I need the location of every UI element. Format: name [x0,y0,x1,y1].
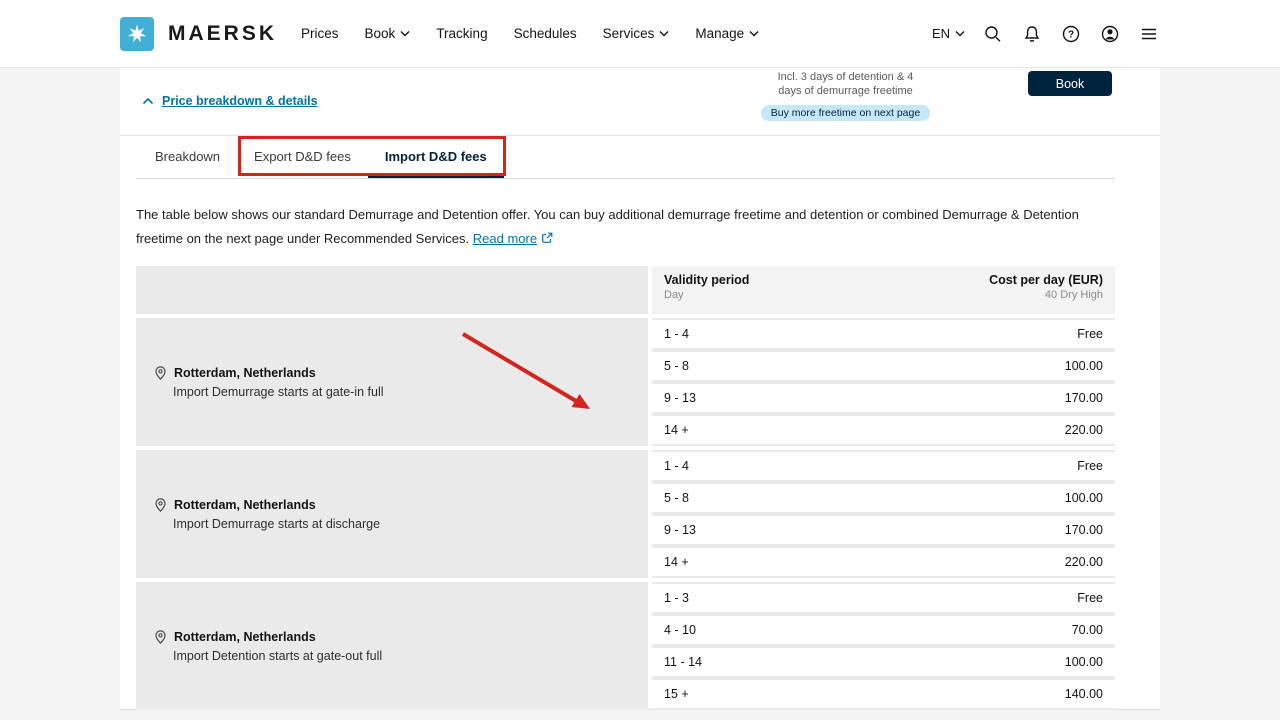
svg-text:?: ? [1068,29,1074,40]
table-row: 1 - 4Free [652,452,1115,480]
fee-rule-note: Import Demurrage starts at discharge [173,517,380,531]
fee-section-demurrage-gate-in: Rotterdam, Netherlands Import Demurrage … [136,318,1115,446]
tab-export-dd-fees[interactable]: Export D&D fees [237,136,368,178]
language-selector[interactable]: EN [932,26,965,41]
fee-rows: 1 - 3Free 4 - 1070.00 11 - 14100.00 15 +… [652,582,1115,710]
fee-rule-note: Import Demurrage starts at gate-in full [173,385,384,399]
top-navigation: MAERSK Prices Book Tracking Schedules Se… [0,0,1280,68]
nav-schedules[interactable]: Schedules [514,26,577,41]
chevron-down-icon [749,30,759,37]
fee-section-label: Rotterdam, Netherlands Import Detention … [136,582,648,710]
table-header-cells: Validity period Day Cost per day (EUR) 4… [652,266,1115,314]
nav-label: Tracking [436,26,487,41]
location-pin-icon [153,629,168,645]
price-breakdown-panel: Price breakdown & details Incl. 3 days o… [120,68,1160,710]
fee-rows: 1 - 4Free 5 - 8100.00 9 - 13170.00 14 +2… [652,318,1115,446]
freetime-summary: Incl. 3 days of detention & 4 days of de… [748,70,943,121]
nav-book[interactable]: Book [365,26,411,41]
maersk-booking-page: MAERSK Prices Book Tracking Schedules Se… [0,0,1280,720]
location-name: Rotterdam, Netherlands [174,630,316,644]
search-icon[interactable] [982,23,1004,45]
price-breakdown-label: Price breakdown & details [162,94,318,108]
table-row: 9 - 13170.00 [652,384,1115,412]
location-name: Rotterdam, Netherlands [174,498,316,512]
external-link-icon [541,232,553,244]
tab-breakdown[interactable]: Breakdown [138,136,237,178]
chevron-up-icon [142,97,154,105]
table-row: 1 - 4Free [652,320,1115,348]
table-row: 14 +220.00 [652,548,1115,576]
chevron-down-icon [659,30,669,37]
location-name: Rotterdam, Netherlands [174,366,316,380]
fee-section-label: Rotterdam, Netherlands Import Demurrage … [136,450,648,578]
table-row: 1 - 3Free [652,584,1115,612]
nav-prices[interactable]: Prices [301,26,339,41]
nav-label: Prices [301,26,339,41]
book-button[interactable]: Book [1028,71,1112,96]
dd-description-text: The table below shows our standard Demur… [136,207,1079,246]
table-header-row: Validity period Day Cost per day (EUR) 4… [136,266,1115,314]
tab-import-dd-fees[interactable]: Import D&D fees [368,136,504,178]
table-header-spacer [136,266,648,314]
dd-description: The table below shows our standard Demur… [136,203,1115,251]
table-row: 11 - 14100.00 [652,648,1115,676]
table-row: 15 +140.00 [652,680,1115,708]
nav-label: Schedules [514,26,577,41]
fee-section-label: Rotterdam, Netherlands Import Demurrage … [136,318,648,446]
table-row: 5 - 8100.00 [652,484,1115,512]
account-icon[interactable] [1099,23,1121,45]
read-more-link[interactable]: Read more [473,231,537,246]
brand-wordmark: MAERSK [168,22,277,46]
chevron-down-icon [400,30,410,37]
help-icon[interactable]: ? [1060,23,1082,45]
nav-label: Manage [695,26,744,41]
nav-manage[interactable]: Manage [695,26,759,41]
fee-section-detention-gate-out: Rotterdam, Netherlands Import Detention … [136,582,1115,710]
menu-icon[interactable] [1138,23,1160,45]
location-pin-icon [153,497,168,513]
price-summary-row: Price breakdown & details Incl. 3 days o… [120,68,1160,135]
notifications-bell-icon[interactable] [1021,23,1043,45]
freetime-note: Incl. 3 days of detention & 4 days of de… [748,70,943,98]
nav-label: Services [603,26,655,41]
nav-utilities: EN ? [932,23,1160,45]
main-nav: Prices Book Tracking Schedules Services … [301,26,759,41]
maersk-star-icon [120,17,154,51]
nav-services[interactable]: Services [603,26,670,41]
table-row: 5 - 8100.00 [652,352,1115,380]
nav-tracking[interactable]: Tracking [436,26,487,41]
location-pin-icon [153,365,168,381]
validity-period-header: Validity period Day [664,273,749,314]
fee-rule-note: Import Detention starts at gate-out full [173,649,382,663]
table-row: 14 +220.00 [652,416,1115,444]
fee-section-demurrage-discharge: Rotterdam, Netherlands Import Demurrage … [136,450,1115,578]
maersk-logo[interactable]: MAERSK [120,17,277,51]
freetime-badge: Buy more freetime on next page [761,105,930,121]
language-code: EN [932,26,950,41]
dd-fees-tabs: Breakdown Export D&D fees Import D&D fee… [136,136,1115,179]
chevron-down-icon [955,30,965,37]
dd-fees-table: Validity period Day Cost per day (EUR) 4… [136,266,1115,710]
nav-label: Book [365,26,396,41]
cost-per-day-header: Cost per day (EUR) 40 Dry High [989,273,1103,314]
table-row: 9 - 13170.00 [652,516,1115,544]
fee-rows: 1 - 4Free 5 - 8100.00 9 - 13170.00 14 +2… [652,450,1115,578]
table-row: 4 - 1070.00 [652,616,1115,644]
import-dd-content: The table below shows our standard Demur… [120,203,1160,710]
price-breakdown-toggle[interactable]: Price breakdown & details [142,94,318,108]
